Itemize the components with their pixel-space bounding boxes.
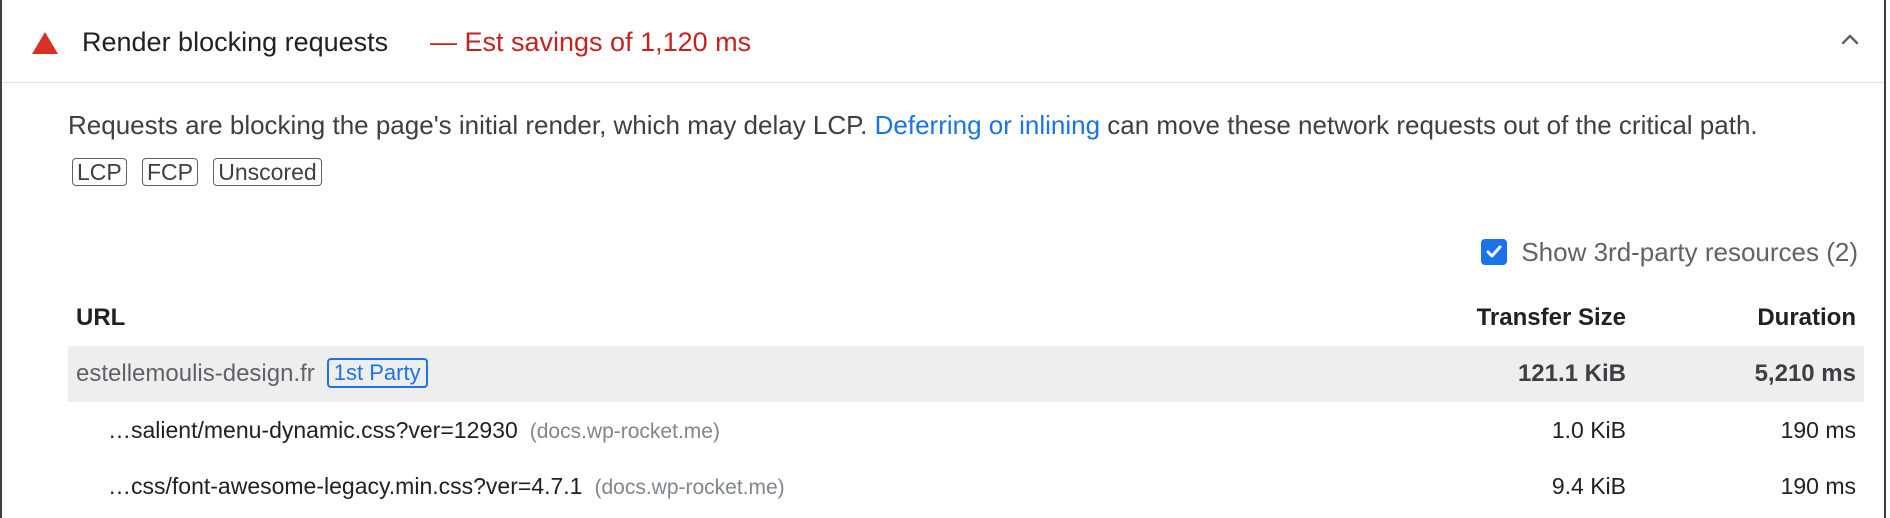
audit-header[interactable]: Render blocking requests — Est savings o… — [2, 0, 1884, 83]
column-header-transfer-size: Transfer Size — [1476, 304, 1626, 331]
group-url: estellemoulis-design.fr — [76, 360, 315, 387]
row-duration: 190 ms — [1780, 473, 1856, 499]
group-transfer-size: 121.1 KiB — [1517, 360, 1626, 387]
tag-lcp: LCP — [72, 158, 127, 186]
audit-panel: Render blocking requests — Est savings o… — [0, 0, 1886, 518]
third-party-label: Show 3rd-party resources (2) — [1521, 237, 1858, 267]
table-group-row: estellemoulis-design.fr 1st Party 121.1 K… — [68, 346, 1864, 402]
row-transfer-size: 9.4 KiB — [1551, 473, 1626, 499]
group-url-cell: estellemoulis-design.fr 1st Party — [76, 346, 428, 402]
table-row: …salient/menu-dynamic.css?ver=12930 (docs… — [68, 402, 1864, 458]
tag-unscored: Unscored — [213, 158, 322, 186]
row-duration: 190 ms — [1780, 417, 1856, 443]
row-domain: (docs.wp-rocket.me) — [529, 420, 720, 443]
column-header-duration: Duration — [1757, 304, 1856, 331]
group-duration: 5,210 ms — [1754, 360, 1856, 387]
row-url-cell: …css/font-awesome-legacy.min.css?ver=4.7… — [108, 458, 785, 516]
chevron-up-icon[interactable] — [1838, 30, 1862, 50]
audit-title: Render blocking requests — [82, 27, 389, 57]
row-url[interactable]: …css/font-awesome-legacy.min.css?ver=4.7… — [108, 473, 582, 499]
third-party-checkbox[interactable] — [1481, 239, 1508, 265]
description-text-continued: can move these network requests out of t… — [1100, 110, 1758, 140]
audit-description: Requests are blocking the page's initial… — [68, 101, 1808, 197]
table-header: URL Transfer Size Duration — [68, 290, 1864, 346]
audit-savings: — Est savings of 1,120 ms — [430, 27, 752, 57]
warning-triangle-icon — [32, 32, 58, 54]
check-icon — [1486, 245, 1502, 258]
column-header-url: URL — [76, 304, 126, 331]
third-party-toggle[interactable]: Show 3rd-party resources (2) — [1481, 234, 1858, 270]
row-transfer-size: 1.0 KiB — [1551, 417, 1626, 443]
description-text: Requests are blocking the page's initial… — [68, 110, 875, 140]
row-domain: (docs.wp-rocket.me) — [594, 476, 785, 499]
tag-fcp: FCP — [141, 158, 198, 186]
deferring-inlining-link[interactable]: Deferring or inlining — [875, 110, 1100, 140]
row-url-cell: …salient/menu-dynamic.css?ver=12930 (docs… — [108, 402, 720, 460]
table-row: …css/font-awesome-legacy.min.css?ver=4.7… — [68, 458, 1864, 514]
resources-table: URL Transfer Size Duration estellemoulis… — [68, 290, 1864, 514]
first-party-badge: 1st Party — [326, 358, 428, 388]
row-url[interactable]: …salient/menu-dynamic.css?ver=12930 — [108, 417, 518, 443]
